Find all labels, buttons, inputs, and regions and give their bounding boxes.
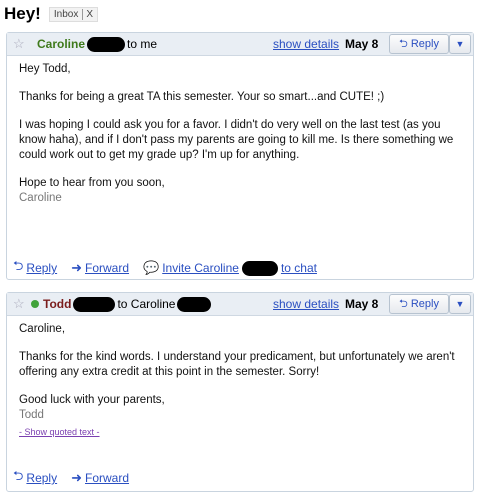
reply-link[interactable]: Reply (26, 261, 57, 275)
reply-action[interactable]: ⮌ Reply (13, 467, 57, 489)
forward-arrow-icon: ➜ (71, 260, 83, 275)
invite-link-suffix[interactable]: to chat (281, 261, 317, 275)
invite-link[interactable]: Invite Caroline (162, 261, 239, 275)
body-paragraph: Thanks for being a great TA this semeste… (19, 91, 385, 103)
forward-arrow-icon: ➜ (71, 470, 83, 485)
reply-button-label: Reply (410, 298, 439, 310)
remove-label-button[interactable]: X (82, 8, 93, 20)
message-date: May 8 (345, 37, 379, 51)
message-header[interactable]: ☆ Caroline to me show details May 8 ⮌ Re… (7, 33, 473, 56)
body-paragraph: Caroline, (19, 323, 66, 335)
inbox-label[interactable]: Inbox X (48, 6, 98, 22)
forward-action[interactable]: ➜ Forward (71, 470, 129, 486)
body-paragraph: Thanks for the kind words. I understand … (19, 351, 455, 378)
email-subject: Hey! (4, 4, 41, 23)
body-paragraph: I was hoping I could ask you for a favor… (19, 119, 454, 161)
more-options-dropdown[interactable]: ▼ (449, 34, 471, 54)
forward-link[interactable]: Forward (85, 471, 129, 485)
message-header[interactable]: ☆ Todd to Caroline show details May 8 ⮌ … (7, 293, 473, 316)
redaction-mark (87, 36, 126, 52)
recipient-text: to Caroline (117, 297, 176, 311)
reply-arrow-icon: ⮌ (13, 468, 24, 483)
forward-action[interactable]: ➜ Forward (71, 260, 129, 276)
reply-action[interactable]: ⮌ Reply (13, 257, 57, 279)
body-paragraph: Hey Todd, (19, 63, 71, 75)
online-status-dot (31, 300, 39, 308)
show-details-link[interactable]: show details (273, 297, 339, 311)
message-actions: ⮌ Reply ➜ Forward 💬 Invite Caroline to c… (13, 257, 317, 279)
show-quoted-text-link[interactable]: - Show quoted text - (19, 425, 461, 440)
sender-name[interactable]: Caroline (37, 37, 85, 51)
more-options-dropdown[interactable]: ▼ (449, 294, 471, 314)
star-icon[interactable]: ☆ (13, 36, 27, 52)
chat-bubble-icon: 💬 (143, 260, 160, 275)
reply-button[interactable]: ⮌ Reply (389, 34, 449, 54)
reply-link[interactable]: Reply (26, 471, 57, 485)
star-icon[interactable]: ☆ (13, 296, 27, 312)
reply-button[interactable]: ⮌ Reply (389, 294, 449, 314)
reply-arrow-icon: ⮌ (13, 258, 24, 273)
signature: Todd (19, 409, 44, 421)
reply-arrow-icon: ⮌ (399, 37, 408, 50)
redaction-mark (73, 296, 116, 312)
redaction-mark (241, 260, 278, 276)
recipient-text: to me (127, 37, 158, 51)
message-1: ☆ Caroline to me show details May 8 ⮌ Re… (6, 32, 474, 280)
message-2: ☆ Todd to Caroline show details May 8 ⮌ … (6, 292, 474, 492)
body-paragraph: Good luck with your parents, (19, 394, 165, 406)
label-name: Inbox (53, 8, 79, 20)
sender-name[interactable]: Todd (43, 297, 71, 311)
chevron-down-icon: ▼ (455, 299, 465, 309)
message-body: Caroline, Thanks for the kind words. I u… (7, 316, 473, 440)
reply-arrow-icon: ⮌ (399, 297, 408, 310)
subject-bar: Hey! Inbox X (4, 4, 98, 24)
body-paragraph: Hope to hear from you soon, (19, 177, 165, 189)
reply-button-label: Reply (410, 38, 439, 50)
invite-chat-action[interactable]: 💬 Invite Caroline to chat (143, 260, 317, 276)
message-body: Hey Todd, Thanks for being a great TA th… (7, 56, 473, 206)
chevron-down-icon: ▼ (455, 39, 465, 49)
forward-link[interactable]: Forward (85, 261, 129, 275)
message-date: May 8 (345, 297, 379, 311)
message-actions: ⮌ Reply ➜ Forward (13, 467, 129, 489)
show-details-link[interactable]: show details (273, 37, 339, 51)
redaction-mark (177, 296, 212, 312)
signature: Caroline (19, 192, 62, 204)
